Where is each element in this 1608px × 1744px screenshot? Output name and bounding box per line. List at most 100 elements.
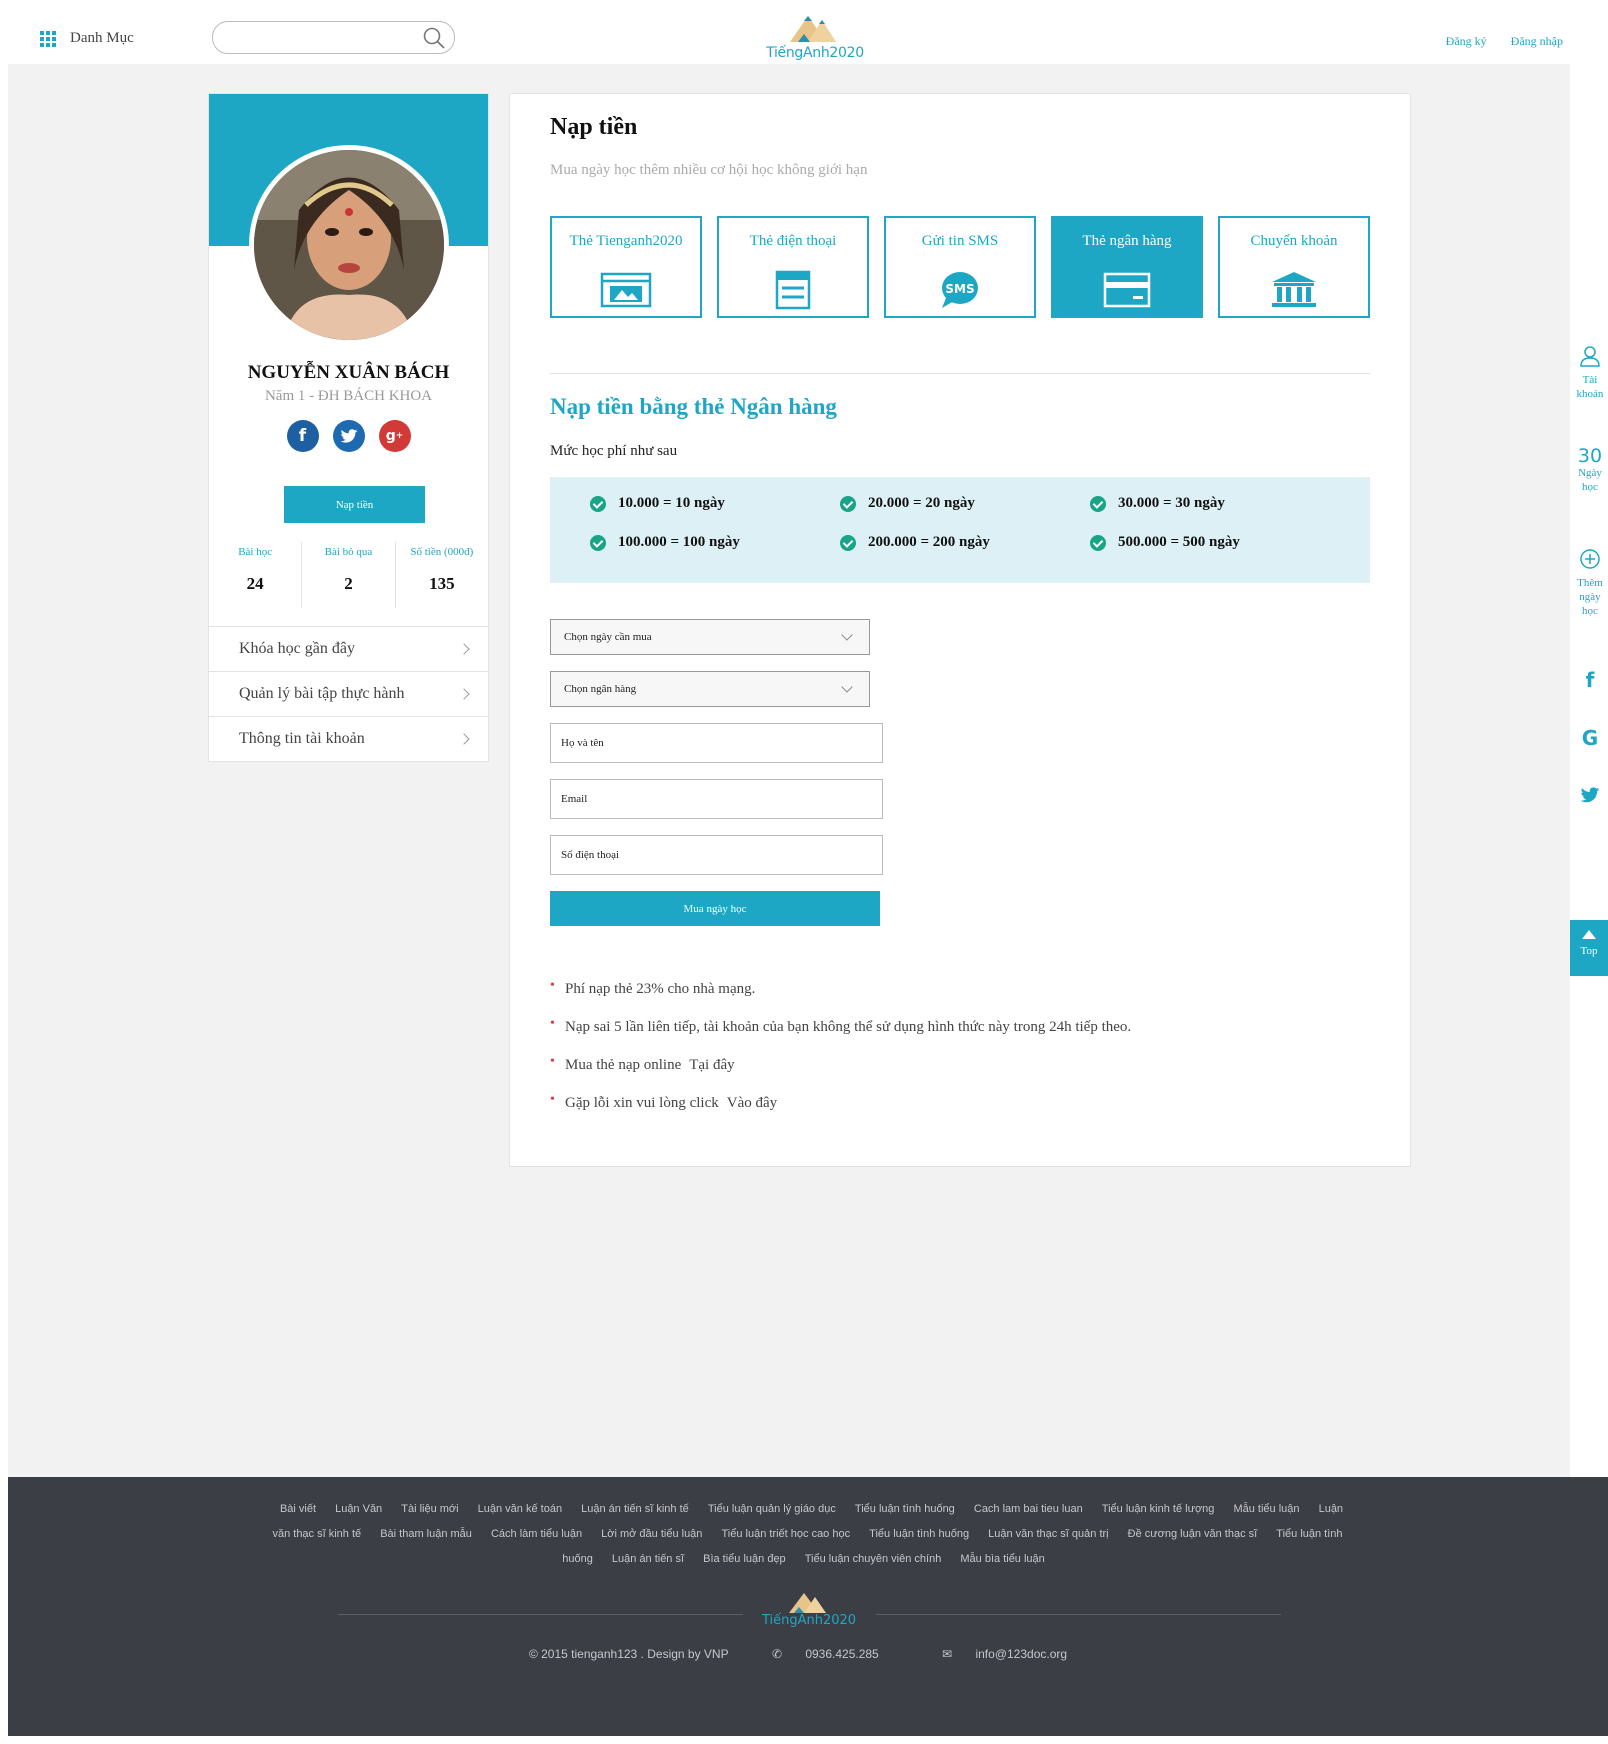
menu-item-account-info[interactable]: Thông tin tài khoản [209, 716, 488, 761]
copyright: © 2015 tienganh123 . Design by VNP [528, 1647, 729, 1661]
days-select[interactable]: Chọn ngày cần mua [550, 619, 870, 655]
stat-lessons: Bài học 24 [209, 542, 303, 608]
note-item: Mua thẻ nạp online Tại đây [550, 1054, 1131, 1095]
name-field[interactable] [550, 723, 883, 763]
footer-link[interactable]: Tiểu luận kinh tế lượng [1102, 1503, 1215, 1515]
stat-skipped: Bài bỏ qua 2 [302, 542, 396, 608]
report-error-link[interactable]: Vào đây [727, 1095, 777, 1111]
method-sms[interactable]: Gửi tin SMS SMS [884, 216, 1036, 318]
days-label: Ngày học [1578, 467, 1602, 493]
footer-link[interactable]: Mẫu bìa tiểu luận [960, 1553, 1044, 1565]
facebook-icon[interactable]: f [1572, 668, 1608, 692]
note-text: Gặp lỗi xin vui lòng click [565, 1095, 719, 1111]
price-note: Mức học phí như sau [550, 443, 678, 459]
method-tienganh-card[interactable]: Thẻ Tienganh2020 [550, 216, 702, 318]
twitter-icon[interactable] [332, 420, 365, 452]
footer-link[interactable]: Tiểu luận quản lý giáo dục [708, 1503, 836, 1515]
facebook-icon[interactable]: f [286, 420, 319, 452]
footer-link[interactable]: Mẫu tiểu luận [1233, 1503, 1299, 1515]
twitter-icon[interactable] [1572, 785, 1608, 809]
footer-link[interactable]: Luận văn kế toán [478, 1503, 562, 1515]
stats-row: Bài học 24 Bài bỏ qua 2 Số tiền (000đ) 1… [209, 542, 488, 608]
footer-link[interactable]: Luận án tiến sĩ [612, 1553, 684, 1565]
price-text: 30.000 = 30 ngày [1118, 495, 1225, 511]
menu-item-label: Thông tin tài khoản [239, 730, 365, 747]
method-transfer[interactable]: Chuyển khoản [1218, 216, 1370, 318]
login-link[interactable]: Đăng nhập [1511, 34, 1563, 49]
google-icon[interactable]: G [1572, 726, 1608, 750]
price-item: 500.000 = 500 ngày [1090, 534, 1240, 551]
menu-item-exercises[interactable]: Quản lý bài tập thực hành [209, 671, 488, 716]
footer-link[interactable]: Tiểu luận tình huống [869, 1528, 969, 1540]
sidebar-account-label: Tài khoản [1576, 374, 1604, 400]
footer-logo[interactable]: TiếngAnh2020 [754, 1591, 864, 1631]
footer-link[interactable]: Lời mở đầu tiểu luận [601, 1528, 702, 1540]
category-menu-label: Danh Mục [70, 30, 134, 46]
price-item: 100.000 = 100 ngày [590, 534, 740, 551]
add-days-label: Thêm ngày học [1577, 577, 1603, 617]
topup-button[interactable]: Nạp tiền [284, 486, 425, 523]
footer-phone: ✆ 0936.425.285 [771, 1647, 879, 1661]
site-logo[interactable]: TiếngAnh2020 [760, 12, 870, 64]
footer-logo-text: TiếngAnh2020 [761, 1613, 857, 1628]
footer-link[interactable]: Tiểu luận triết học cao học [721, 1528, 850, 1540]
footer-link[interactable]: Tài liệu mới [401, 1503, 458, 1515]
footer-link[interactable]: Luận án tiến sĩ kinh tế [581, 1503, 689, 1515]
footer-link[interactable]: Tiểu luận tình huống [855, 1503, 955, 1515]
method-phone-card[interactable]: Thẻ điện thoại [717, 216, 869, 318]
register-link[interactable]: Đăng ký [1446, 34, 1487, 49]
menu-item-recent-courses[interactable]: Khóa học gần đây [209, 626, 488, 671]
search-input[interactable] [225, 28, 415, 48]
user-subtitle: Năm 1 - ĐH BÁCH KHOA [264, 388, 433, 404]
price-text: 500.000 = 500 ngày [1118, 534, 1240, 550]
note-text: Nạp sai 5 lần liên tiếp, tài khoản của b… [565, 1019, 1132, 1035]
plus-circle-icon [1580, 549, 1600, 569]
search-box [212, 21, 455, 54]
email-field[interactable] [550, 779, 883, 819]
footer-divider [876, 1614, 1281, 1615]
footer-link[interactable]: Cach lam bai tieu luan [974, 1503, 1083, 1515]
footer-link[interactable]: Tiểu luận chuyên viên chính [805, 1553, 942, 1565]
method-bank-card[interactable]: Thẻ ngân hàng [1051, 216, 1203, 318]
price-text: 20.000 = 20 ngày [868, 495, 975, 511]
footer-link[interactable]: Bài tham luận mẫu [380, 1528, 472, 1540]
google-plus-icon[interactable]: g + [378, 420, 411, 452]
note-text: Phí nạp thẻ 23% cho nhà mạng. [565, 981, 756, 997]
footer-email: ✉ info@123doc.org [942, 1647, 1068, 1661]
price-text: 10.000 = 10 ngày [618, 495, 725, 511]
footer-divider [338, 1614, 743, 1615]
stat-value: 2 [344, 574, 353, 593]
footer-link[interactable]: Bài viết [280, 1503, 316, 1515]
stat-label: Bài bỏ qua [324, 546, 373, 558]
bank-card-icon [1103, 272, 1151, 308]
profile-card: NGUYỄN XUÂN BÁCH Năm 1 - ĐH BÁCH KHOA f … [208, 93, 489, 762]
divider [550, 373, 1370, 374]
note-item: Gặp lỗi xin vui lòng click Vào đây [550, 1092, 1131, 1133]
bank-select[interactable]: Chọn ngân hàng [550, 671, 870, 707]
search-icon[interactable] [422, 26, 446, 50]
category-menu-button[interactable]: Danh Mục [40, 30, 134, 47]
method-label: Gửi tin SMS [921, 233, 999, 249]
phone-field[interactable] [550, 835, 883, 875]
sidebar-account[interactable]: Tài khoản [1572, 345, 1608, 401]
footer-info: © 2015 tienganh123 . Design by VNP ✆ 093… [8, 1647, 1608, 1661]
header: Danh Mục TiếngAnh2020 Đăng ký Đăng nhập [0, 0, 1608, 64]
footer-link[interactable]: Luận Văn [335, 1503, 382, 1515]
user-icon [1580, 346, 1600, 367]
notes-list: Phí nạp thẻ 23% cho nhà mạng. Nạp sai 5 … [550, 978, 1132, 1133]
footer-link[interactable]: Đề cương luận văn thạc sĩ [1128, 1528, 1258, 1540]
social-links: f g + [209, 420, 488, 452]
stat-value: 24 [246, 574, 264, 593]
buy-days-button[interactable]: Mua ngày học [550, 891, 880, 926]
chevron-right-icon [458, 688, 470, 700]
section-title: Nạp tiền bằng thẻ Ngân hàng [550, 394, 837, 419]
footer-link[interactable]: Luận văn thạc sĩ quản trị [988, 1528, 1108, 1540]
footer-link[interactable]: Bìa tiểu luận đẹp [703, 1553, 786, 1565]
days-select-value: Chọn ngày cần mua [564, 631, 652, 643]
sidebar-add-days[interactable]: Thêm ngày học [1572, 548, 1608, 618]
footer-link[interactable]: Cách làm tiểu luận [491, 1528, 582, 1540]
footer: Bài viết Luận Văn Tài liệu mới Luận văn … [8, 1477, 1608, 1736]
buy-card-link[interactable]: Tại đây [689, 1057, 734, 1073]
back-to-top-button[interactable]: Top [1570, 920, 1608, 976]
check-icon [1090, 534, 1106, 551]
